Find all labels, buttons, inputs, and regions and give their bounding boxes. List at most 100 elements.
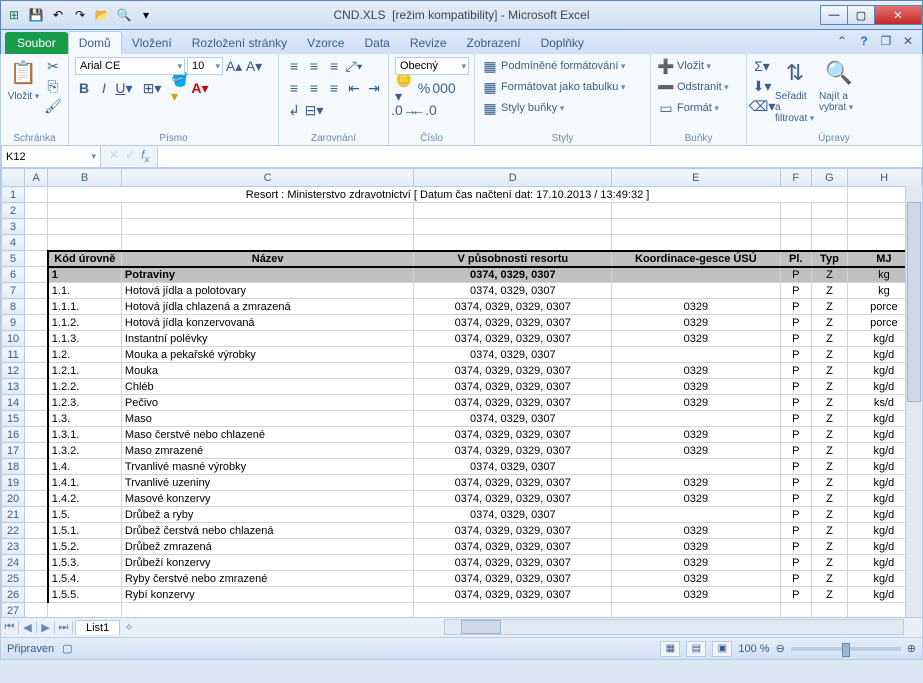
find-select-button[interactable]: 🔍 Najít a vybrat	[819, 57, 859, 113]
cell[interactable]	[25, 459, 48, 475]
cell[interactable]: 1.5.4.	[48, 571, 122, 587]
cell[interactable]: 0374, 0329, 0307	[414, 283, 612, 299]
cell[interactable]: 1.1.	[48, 283, 122, 299]
cell[interactable]: P	[780, 379, 812, 395]
cell[interactable]: 0329	[612, 475, 780, 491]
border-icon[interactable]: ⊞▾	[143, 79, 161, 97]
align-right-icon[interactable]: ≡	[325, 79, 343, 97]
tab-nav-prev-icon[interactable]: ◀	[19, 621, 37, 634]
vertical-scrollbar[interactable]	[905, 186, 922, 617]
cell[interactable]: Masové konzervy	[121, 491, 413, 507]
cell[interactable]: 0374, 0329, 0329, 0307	[414, 587, 612, 603]
zoom-slider[interactable]	[791, 647, 901, 651]
cell[interactable]: Typ	[812, 251, 848, 267]
minimize-button[interactable]: —	[820, 5, 848, 25]
align-top-icon[interactable]: ≡	[285, 57, 303, 75]
row-header[interactable]: 9	[2, 315, 25, 331]
cell[interactable]: 0374, 0329, 0329, 0307	[414, 427, 612, 443]
page-break-view-button[interactable]: ▣	[712, 641, 732, 657]
font-name-combo[interactable]: Arial CE	[75, 57, 185, 75]
row-header[interactable]: 18	[2, 459, 25, 475]
cell[interactable]: P	[780, 283, 812, 299]
cell[interactable]: Potraviny	[121, 267, 413, 283]
cell[interactable]	[25, 203, 48, 219]
ribbon-tab-rozložení stránky[interactable]: Rozložení stránky	[182, 32, 297, 54]
horizontal-scrollbar[interactable]	[444, 619, 904, 635]
cell[interactable]	[25, 379, 48, 395]
cell[interactable]	[25, 539, 48, 555]
cond-format-button[interactable]: Podmíněné formátování	[501, 60, 625, 72]
tab-nav-last-icon[interactable]: ⏭	[55, 621, 73, 634]
cell[interactable]: 1.4.2.	[48, 491, 122, 507]
select-all-corner[interactable]	[2, 169, 25, 187]
cell[interactable]: Koordinace-gesce ÚSÚ	[612, 251, 780, 267]
cell[interactable]	[25, 219, 48, 235]
cell[interactable]: Z	[812, 363, 848, 379]
clear-icon[interactable]: ⌫▾	[753, 97, 771, 115]
cell[interactable]	[25, 427, 48, 443]
cell[interactable]: Trvanlivé masné výrobky	[121, 459, 413, 475]
cell[interactable]	[25, 555, 48, 571]
cell[interactable]: Z	[812, 475, 848, 491]
cell[interactable]: 1.2.1.	[48, 363, 122, 379]
row-header[interactable]: 12	[2, 363, 25, 379]
name-box[interactable]: K12	[1, 146, 101, 167]
normal-view-button[interactable]: ▦	[660, 641, 680, 657]
new-sheet-icon[interactable]: ✧	[124, 621, 133, 634]
cell[interactable]: 0374, 0329, 0329, 0307	[414, 395, 612, 411]
align-center-icon[interactable]: ≡	[305, 79, 323, 97]
cell[interactable]	[25, 267, 48, 283]
cell[interactable]: P	[780, 555, 812, 571]
cell[interactable]: Pečivo	[121, 395, 413, 411]
row-header[interactable]: 3	[2, 219, 25, 235]
italic-icon[interactable]: I	[95, 79, 113, 97]
cell[interactable]: Ryby čerstvé nebo zmrazené	[121, 571, 413, 587]
ribbon-tab-data[interactable]: Data	[354, 32, 399, 54]
cell[interactable]: Z	[812, 331, 848, 347]
align-left-icon[interactable]: ≡	[285, 79, 303, 97]
cell[interactable]	[25, 491, 48, 507]
format-table-button[interactable]: Formátovat jako tabulku	[501, 81, 625, 93]
cell[interactable]: P	[780, 491, 812, 507]
cell[interactable]: Z	[812, 379, 848, 395]
cell[interactable]: 1.5.5.	[48, 587, 122, 603]
cell[interactable]	[25, 299, 48, 315]
close-workbook-icon[interactable]: ✕	[900, 33, 916, 49]
cell[interactable]	[48, 235, 122, 251]
cell[interactable]	[612, 235, 780, 251]
cell[interactable]: P	[780, 267, 812, 283]
percent-icon[interactable]: %	[415, 79, 433, 97]
cell[interactable]: 0374, 0329, 0307	[414, 507, 612, 523]
cell[interactable]	[25, 283, 48, 299]
cell[interactable]: Resort : Ministerstvo zdravotnictví [ Da…	[48, 187, 848, 203]
cell[interactable]: 0329	[612, 427, 780, 443]
indent-inc-icon[interactable]: ⇥	[365, 79, 383, 97]
ribbon-tab-doplňky[interactable]: Doplňky	[531, 32, 594, 54]
cell[interactable]	[612, 219, 780, 235]
cell[interactable]: 0329	[612, 299, 780, 315]
row-header[interactable]: 1	[2, 187, 25, 203]
cell[interactable]: Maso čerstvé nebo chlazené	[121, 427, 413, 443]
cell[interactable]: 0374, 0329, 0329, 0307	[414, 475, 612, 491]
cell[interactable]: 1.4.	[48, 459, 122, 475]
print-preview-icon[interactable]: 🔍	[115, 6, 133, 24]
cell[interactable]	[25, 315, 48, 331]
ribbon-tab-zobrazení[interactable]: Zobrazení	[457, 32, 531, 54]
cell[interactable]	[25, 507, 48, 523]
cell[interactable]: 1.5.2.	[48, 539, 122, 555]
font-size-combo[interactable]: 10	[187, 57, 223, 75]
dec-decimal-icon[interactable]: ←.0	[415, 101, 433, 119]
row-header[interactable]: 20	[2, 491, 25, 507]
cell[interactable]: 1.1.3.	[48, 331, 122, 347]
tab-nav-next-icon[interactable]: ▶	[37, 621, 55, 634]
cell[interactable]: P	[780, 299, 812, 315]
format-painter-icon[interactable]: 🖌	[44, 97, 62, 115]
cell[interactable]: P	[780, 411, 812, 427]
cell[interactable]: 1.2.	[48, 347, 122, 363]
row-header[interactable]: 24	[2, 555, 25, 571]
row-header[interactable]: 22	[2, 523, 25, 539]
cell[interactable]	[25, 411, 48, 427]
column-header[interactable]: A	[25, 169, 48, 187]
cell[interactable]: P	[780, 571, 812, 587]
cell[interactable]	[25, 251, 48, 267]
